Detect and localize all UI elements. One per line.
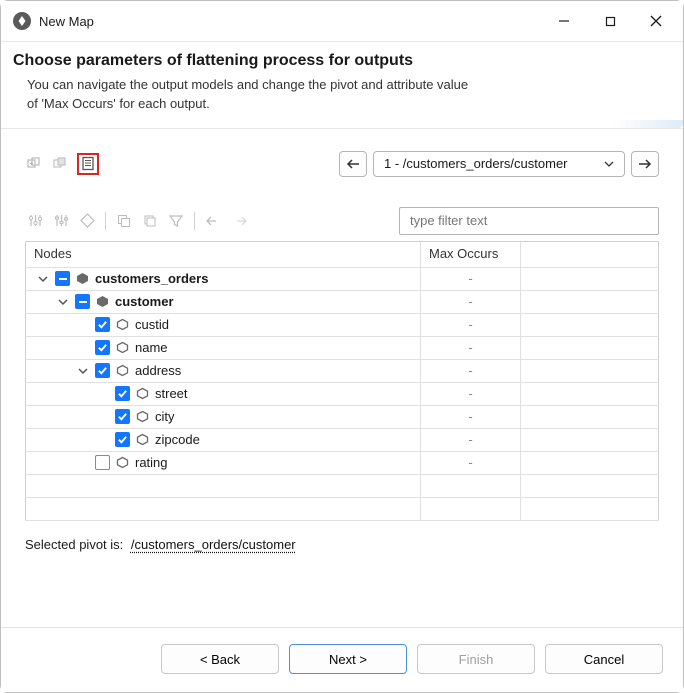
twisty-icon — [95, 409, 111, 425]
table-row[interactable]: rating - — [26, 451, 659, 474]
checkbox[interactable] — [95, 455, 110, 470]
window-title: New Map — [39, 14, 94, 29]
node-label: name — [134, 340, 168, 355]
twisty-icon — [75, 340, 91, 356]
table-row-empty — [26, 474, 659, 497]
max-occurs-cell[interactable]: - — [421, 451, 521, 474]
table-row[interactable]: zipcode - — [26, 428, 659, 451]
max-occurs-cell[interactable]: - — [421, 313, 521, 336]
diamond-icon[interactable] — [77, 211, 97, 231]
max-occurs-cell[interactable]: - — [421, 290, 521, 313]
filter-input[interactable] — [399, 207, 659, 235]
twisty-icon[interactable] — [35, 271, 51, 287]
wizard-subtext-1: You can navigate the output models and c… — [27, 77, 468, 92]
element-filled-icon — [76, 272, 89, 285]
max-occurs-cell[interactable]: - — [421, 382, 521, 405]
element-filled-icon — [96, 295, 109, 308]
element-outline-icon — [116, 318, 129, 331]
checkbox[interactable] — [95, 317, 110, 332]
checkbox[interactable] — [115, 386, 130, 401]
node-label: zipcode — [154, 432, 200, 447]
finish-button[interactable]: Finish — [417, 644, 535, 674]
pivot-status: Selected pivot is: /customers_orders/cus… — [25, 537, 659, 552]
node-label: street — [154, 386, 188, 401]
max-occurs-cell[interactable]: - — [421, 428, 521, 451]
twisty-icon[interactable] — [55, 294, 71, 310]
wizard-footer: < Back Next > Finish Cancel — [1, 627, 683, 692]
paste-icon[interactable] — [77, 153, 99, 175]
column-header-blank — [521, 241, 659, 267]
pivot-path: /customers_orders/customer — [127, 537, 296, 552]
element-outline-icon — [116, 364, 129, 377]
tree-toolbar — [25, 207, 659, 235]
minimize-button[interactable] — [541, 4, 587, 38]
table-row[interactable]: city - — [26, 405, 659, 428]
wizard-subtext-2: of 'Max Occurs' for each output. — [27, 96, 210, 111]
table-row[interactable]: name - — [26, 336, 659, 359]
wizard-heading: Choose parameters of flattening process … — [13, 52, 663, 70]
stack-icon[interactable] — [140, 211, 160, 231]
element-outline-icon — [116, 341, 129, 354]
table-row[interactable]: street - — [26, 382, 659, 405]
tree-table: Nodes Max Occurs customers_orders-custom… — [25, 241, 659, 521]
node-label: rating — [134, 455, 168, 470]
twisty-icon — [75, 455, 91, 471]
output-dropdown[interactable]: 1 - /customers_orders/customer — [373, 151, 625, 177]
next-output-button[interactable] — [631, 151, 659, 177]
next-button[interactable]: Next > — [289, 644, 407, 674]
node-label: customer — [114, 294, 174, 309]
table-row[interactable]: address - — [26, 359, 659, 382]
checkbox[interactable] — [115, 409, 130, 424]
table-row[interactable]: customer - — [26, 290, 659, 313]
filter-icon[interactable] — [166, 211, 186, 231]
element-outline-icon — [136, 387, 149, 400]
twisty-icon[interactable] — [75, 363, 91, 379]
node-label: custid — [134, 317, 169, 332]
max-occurs-cell[interactable]: - — [421, 336, 521, 359]
element-outline-icon — [116, 456, 129, 469]
node-label: address — [134, 363, 181, 378]
toolbar-separator — [194, 212, 195, 230]
app-icon — [13, 12, 31, 30]
twisty-icon — [75, 317, 91, 333]
undo-icon[interactable] — [203, 211, 223, 231]
column-header-max-occurs[interactable]: Max Occurs — [421, 241, 521, 267]
checkbox[interactable] — [95, 340, 110, 355]
sliders2-icon[interactable] — [51, 211, 71, 231]
collapse-all-icon[interactable] — [51, 154, 71, 174]
checkbox[interactable] — [75, 294, 90, 309]
checkbox[interactable] — [95, 363, 110, 378]
node-label: customers_orders — [94, 271, 208, 286]
column-header-nodes[interactable]: Nodes — [26, 241, 421, 267]
titlebar: New Map — [1, 1, 683, 41]
back-button[interactable]: < Back — [161, 644, 279, 674]
pivot-label: Selected pivot is: — [25, 537, 123, 552]
close-button[interactable] — [633, 4, 679, 38]
table-row-empty — [26, 497, 659, 520]
output-dropdown-value: 1 - /customers_orders/customer — [384, 156, 568, 171]
output-nav-row: 1 - /customers_orders/customer — [25, 151, 659, 177]
prev-output-button[interactable] — [339, 151, 367, 177]
table-row[interactable]: custid - — [26, 313, 659, 336]
table-row[interactable]: customers_orders - — [26, 267, 659, 290]
redo-icon[interactable] — [229, 211, 249, 231]
checkbox[interactable] — [55, 271, 70, 286]
max-occurs-cell[interactable]: - — [421, 359, 521, 382]
checkbox[interactable] — [115, 432, 130, 447]
element-outline-icon — [136, 410, 149, 423]
copy-icon[interactable] — [114, 211, 134, 231]
twisty-icon — [95, 432, 111, 448]
maximize-button[interactable] — [587, 4, 633, 38]
wizard-header: Choose parameters of flattening process … — [1, 41, 683, 129]
cancel-button[interactable]: Cancel — [545, 644, 663, 674]
twisty-icon — [95, 386, 111, 402]
expand-all-icon[interactable] — [25, 154, 45, 174]
element-outline-icon — [136, 433, 149, 446]
chevron-down-icon — [600, 161, 618, 167]
max-occurs-cell[interactable]: - — [421, 267, 521, 290]
node-label: city — [154, 409, 175, 424]
toolbar-separator — [105, 212, 106, 230]
sliders-icon[interactable] — [25, 211, 45, 231]
max-occurs-cell[interactable]: - — [421, 405, 521, 428]
